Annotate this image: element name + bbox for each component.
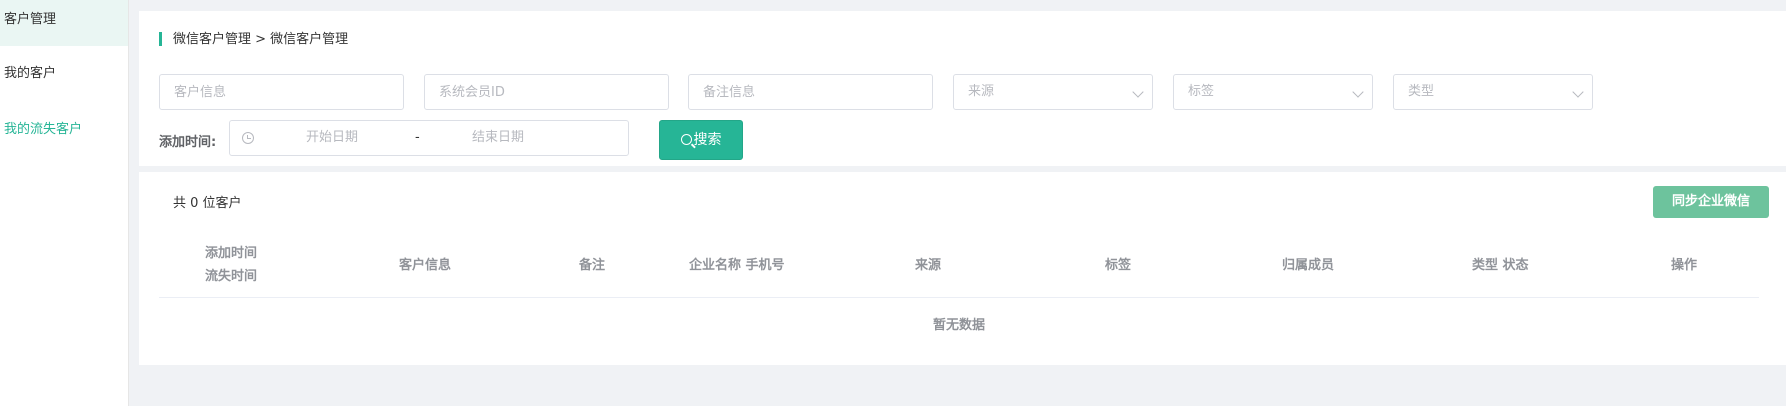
type-select[interactable]: 类型 [1393,74,1593,110]
column-owner: 归属成员 [1282,258,1335,273]
source-select[interactable]: 来源 [953,74,1153,110]
remark-input-wrap [688,74,933,110]
type-select-text: 类型 [1408,84,1435,99]
customer-list-panel: 共 0 位客户 同步企业微信 添加时间 流失时间 客户信息 备注 企业名称 手机… [139,172,1786,365]
chevron-down-icon [1132,86,1144,98]
date-range-picker[interactable]: 开始日期 - 结束日期 [229,120,629,156]
chevron-down-icon [1572,86,1584,98]
tag-select[interactable]: 标签 [1173,74,1373,110]
sidebar: 客户管理 我的客户 我的流失客户 [0,0,129,406]
customer-info-input[interactable] [160,75,403,109]
column-tag: 标签 [1105,258,1132,273]
tag-select-text: 标签 [1188,84,1215,99]
column-source: 来源 [915,258,942,273]
column-remark: 备注 [579,258,606,273]
source-select-text: 来源 [968,84,995,99]
start-date-input[interactable]: 开始日期 [306,121,358,155]
column-type-status: 类型 状态 [1472,258,1529,273]
member-id-input-wrap [424,74,669,110]
table-header: 添加时间 流失时间 客户信息 备注 企业名称 手机号 来源 标签 归属成员 类型… [159,234,1759,298]
sync-wecom-button[interactable]: 同步企业微信 [1653,186,1769,218]
column-action: 操作 [1671,258,1698,273]
column-company-phone: 企业名称 手机号 [689,258,785,273]
add-time-label: 添加时间: [159,135,217,150]
breadcrumb: 微信客户管理 > 微信客户管理 [159,31,348,49]
date-separator: - [415,130,420,145]
filter-panel: 微信客户管理 > 微信客户管理 来源 标签 类型 添加时间: 开始日期 - 结束… [139,11,1786,166]
search-icon [680,134,692,145]
sidebar-item-my-lost-customers[interactable]: 我的流失客户 [0,102,128,158]
clock-icon [242,132,254,144]
search-button[interactable]: 搜索 [659,120,743,160]
end-date-input[interactable]: 结束日期 [472,121,524,155]
search-button-label: 搜索 [693,132,722,148]
sidebar-item-customer-management[interactable]: 客户管理 [0,0,128,46]
sidebar-item-my-customers[interactable]: 我的客户 [0,46,128,102]
customer-info-input-wrap [159,74,404,110]
remark-input[interactable] [689,75,932,109]
customer-count: 共 0 位客户 [173,196,242,211]
chevron-down-icon [1352,86,1364,98]
column-add-time: 添加时间 流失时间 [205,246,258,284]
empty-state: 暂无数据 [932,318,985,333]
member-id-input[interactable] [425,75,668,109]
column-customer-info: 客户信息 [399,258,452,273]
